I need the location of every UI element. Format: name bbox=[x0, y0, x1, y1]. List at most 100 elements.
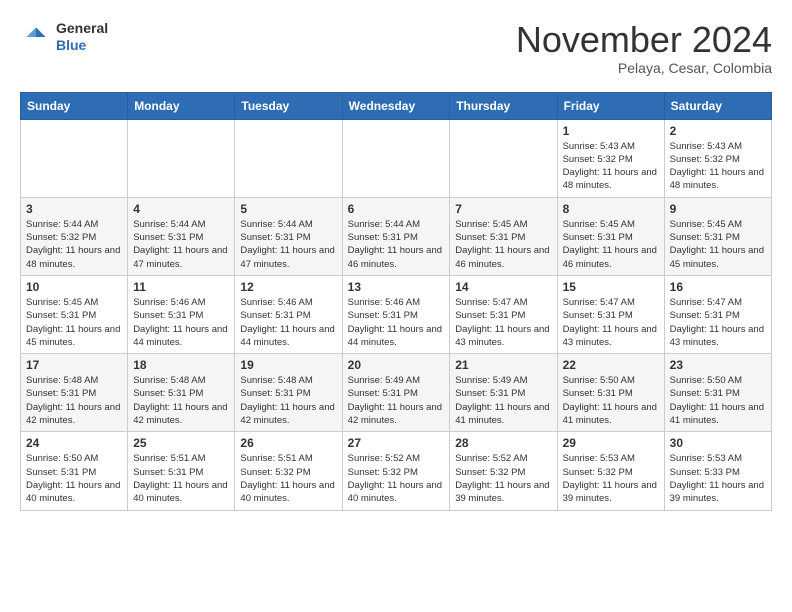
day-number: 21 bbox=[455, 358, 551, 372]
day-number: 25 bbox=[133, 436, 229, 450]
calendar-cell: 30Sunrise: 5:53 AM Sunset: 5:33 PM Dayli… bbox=[664, 432, 771, 510]
calendar-cell: 23 Sunrise: 5:50 AM Sunset: 5:31 PM Dayli… bbox=[664, 354, 771, 432]
day-info: Sunrise: 5:52 AM Sunset: 5:32 PM Dayligh… bbox=[348, 452, 445, 505]
day-info: Sunrise: 5:53 AM Sunset: 5:33 PM Dayligh… bbox=[670, 452, 766, 505]
day-info: Sunrise: 5:44 AM Sunset: 5:31 PM Dayligh… bbox=[240, 218, 336, 271]
logo: General Blue bbox=[20, 20, 108, 54]
calendar-cell bbox=[342, 119, 450, 197]
day-number: 3 bbox=[26, 202, 122, 216]
day-info: Sunrise: 5:49 AM Sunset: 5:31 PM Dayligh… bbox=[455, 374, 551, 427]
day-info: Sunrise: 5:51 AM Sunset: 5:31 PM Dayligh… bbox=[133, 452, 229, 505]
weekday-header: Tuesday bbox=[235, 92, 342, 119]
day-info: Sunrise: 5:43 AM Sunset: 5:32 PM Dayligh… bbox=[670, 140, 766, 193]
day-number: 9 bbox=[670, 202, 766, 216]
day-number: 5 bbox=[240, 202, 336, 216]
calendar-cell: 26 Sunrise: 5:51 AM Sunset: 5:32 PM Dayli… bbox=[235, 432, 342, 510]
calendar-cell: 3Sunrise: 5:44 AM Sunset: 5:32 PM Daylig… bbox=[21, 197, 128, 275]
day-number: 18 bbox=[133, 358, 229, 372]
day-number: 6 bbox=[348, 202, 445, 216]
weekday-header-row: SundayMondayTuesdayWednesdayThursdayFrid… bbox=[21, 92, 772, 119]
day-number: 13 bbox=[348, 280, 445, 294]
calendar-week-row: 24 Sunrise: 5:50 AM Sunset: 5:31 PM Dayli… bbox=[21, 432, 772, 510]
day-info: Sunrise: 5:50 AM Sunset: 5:31 PM Dayligh… bbox=[563, 374, 659, 427]
calendar-cell: 22 Sunrise: 5:50 AM Sunset: 5:31 PM Dayli… bbox=[557, 354, 664, 432]
day-number: 23 bbox=[670, 358, 766, 372]
weekday-header: Thursday bbox=[450, 92, 557, 119]
calendar-cell: 17 Sunrise: 5:48 AM Sunset: 5:31 PM Dayli… bbox=[21, 354, 128, 432]
calendar-cell bbox=[21, 119, 128, 197]
calendar-cell: 2 Sunrise: 5:43 AM Sunset: 5:32 PM Daylig… bbox=[664, 119, 771, 197]
calendar-week-row: 10Sunrise: 5:45 AM Sunset: 5:31 PM Dayli… bbox=[21, 275, 772, 353]
calendar-cell: 24 Sunrise: 5:50 AM Sunset: 5:31 PM Dayli… bbox=[21, 432, 128, 510]
calendar-cell: 27Sunrise: 5:52 AM Sunset: 5:32 PM Dayli… bbox=[342, 432, 450, 510]
calendar-week-row: 17 Sunrise: 5:48 AM Sunset: 5:31 PM Dayli… bbox=[21, 354, 772, 432]
calendar-cell: 14 Sunrise: 5:47 AM Sunset: 5:31 PM Dayli… bbox=[450, 275, 557, 353]
weekday-header: Wednesday bbox=[342, 92, 450, 119]
calendar-table: SundayMondayTuesdayWednesdayThursdayFrid… bbox=[20, 92, 772, 511]
day-number: 16 bbox=[670, 280, 766, 294]
calendar-cell: 15Sunrise: 5:47 AM Sunset: 5:31 PM Dayli… bbox=[557, 275, 664, 353]
weekday-header: Saturday bbox=[664, 92, 771, 119]
logo-general: General bbox=[56, 20, 108, 37]
day-number: 14 bbox=[455, 280, 551, 294]
day-info: Sunrise: 5:45 AM Sunset: 5:31 PM Dayligh… bbox=[670, 218, 766, 271]
day-info: Sunrise: 5:48 AM Sunset: 5:31 PM Dayligh… bbox=[240, 374, 336, 427]
location-subtitle: Pelaya, Cesar, Colombia bbox=[516, 60, 772, 76]
day-number: 22 bbox=[563, 358, 659, 372]
calendar-cell: 21 Sunrise: 5:49 AM Sunset: 5:31 PM Dayli… bbox=[450, 354, 557, 432]
calendar-cell: 20 Sunrise: 5:49 AM Sunset: 5:31 PM Dayli… bbox=[342, 354, 450, 432]
day-info: Sunrise: 5:50 AM Sunset: 5:31 PM Dayligh… bbox=[26, 452, 122, 505]
day-info: Sunrise: 5:47 AM Sunset: 5:31 PM Dayligh… bbox=[455, 296, 551, 349]
day-info: Sunrise: 5:43 AM Sunset: 5:32 PM Dayligh… bbox=[563, 140, 659, 193]
day-number: 4 bbox=[133, 202, 229, 216]
day-number: 20 bbox=[348, 358, 445, 372]
page-header: General Blue November 2024 Pelaya, Cesar… bbox=[20, 20, 772, 76]
calendar-cell: 29 Sunrise: 5:53 AM Sunset: 5:32 PM Dayli… bbox=[557, 432, 664, 510]
day-number: 15 bbox=[563, 280, 659, 294]
logo-blue: Blue bbox=[56, 37, 108, 54]
calendar-cell bbox=[235, 119, 342, 197]
calendar-cell: 1 Sunrise: 5:43 AM Sunset: 5:32 PM Daylig… bbox=[557, 119, 664, 197]
day-info: Sunrise: 5:46 AM Sunset: 5:31 PM Dayligh… bbox=[240, 296, 336, 349]
title-area: November 2024 Pelaya, Cesar, Colombia bbox=[516, 20, 772, 76]
day-number: 29 bbox=[563, 436, 659, 450]
day-info: Sunrise: 5:48 AM Sunset: 5:31 PM Dayligh… bbox=[133, 374, 229, 427]
calendar-cell: 10Sunrise: 5:45 AM Sunset: 5:31 PM Dayli… bbox=[21, 275, 128, 353]
day-info: Sunrise: 5:51 AM Sunset: 5:32 PM Dayligh… bbox=[240, 452, 336, 505]
day-info: Sunrise: 5:45 AM Sunset: 5:31 PM Dayligh… bbox=[26, 296, 122, 349]
calendar-cell: 13 Sunrise: 5:46 AM Sunset: 5:31 PM Dayli… bbox=[342, 275, 450, 353]
day-info: Sunrise: 5:46 AM Sunset: 5:31 PM Dayligh… bbox=[348, 296, 445, 349]
calendar-cell: 25 Sunrise: 5:51 AM Sunset: 5:31 PM Dayli… bbox=[128, 432, 235, 510]
calendar-week-row: 1 Sunrise: 5:43 AM Sunset: 5:32 PM Daylig… bbox=[21, 119, 772, 197]
day-info: Sunrise: 5:50 AM Sunset: 5:31 PM Dayligh… bbox=[670, 374, 766, 427]
day-number: 19 bbox=[240, 358, 336, 372]
calendar-cell: 11Sunrise: 5:46 AM Sunset: 5:31 PM Dayli… bbox=[128, 275, 235, 353]
calendar-cell: 28 Sunrise: 5:52 AM Sunset: 5:32 PM Dayli… bbox=[450, 432, 557, 510]
weekday-header: Sunday bbox=[21, 92, 128, 119]
day-number: 26 bbox=[240, 436, 336, 450]
logo-icon bbox=[20, 21, 52, 53]
calendar-cell bbox=[450, 119, 557, 197]
day-info: Sunrise: 5:53 AM Sunset: 5:32 PM Dayligh… bbox=[563, 452, 659, 505]
day-number: 1 bbox=[563, 124, 659, 138]
day-info: Sunrise: 5:52 AM Sunset: 5:32 PM Dayligh… bbox=[455, 452, 551, 505]
calendar-cell: 12Sunrise: 5:46 AM Sunset: 5:31 PM Dayli… bbox=[235, 275, 342, 353]
calendar-cell: 4Sunrise: 5:44 AM Sunset: 5:31 PM Daylig… bbox=[128, 197, 235, 275]
day-info: Sunrise: 5:48 AM Sunset: 5:31 PM Dayligh… bbox=[26, 374, 122, 427]
day-number: 8 bbox=[563, 202, 659, 216]
weekday-header: Monday bbox=[128, 92, 235, 119]
day-info: Sunrise: 5:44 AM Sunset: 5:31 PM Dayligh… bbox=[348, 218, 445, 271]
day-number: 28 bbox=[455, 436, 551, 450]
day-info: Sunrise: 5:49 AM Sunset: 5:31 PM Dayligh… bbox=[348, 374, 445, 427]
weekday-header: Friday bbox=[557, 92, 664, 119]
calendar-cell bbox=[128, 119, 235, 197]
day-info: Sunrise: 5:47 AM Sunset: 5:31 PM Dayligh… bbox=[670, 296, 766, 349]
day-number: 24 bbox=[26, 436, 122, 450]
calendar-cell: 8Sunrise: 5:45 AM Sunset: 5:31 PM Daylig… bbox=[557, 197, 664, 275]
calendar-cell: 9 Sunrise: 5:45 AM Sunset: 5:31 PM Daylig… bbox=[664, 197, 771, 275]
day-number: 2 bbox=[670, 124, 766, 138]
day-number: 17 bbox=[26, 358, 122, 372]
calendar-cell: 19 Sunrise: 5:48 AM Sunset: 5:31 PM Dayli… bbox=[235, 354, 342, 432]
calendar-cell: 6 Sunrise: 5:44 AM Sunset: 5:31 PM Daylig… bbox=[342, 197, 450, 275]
month-title: November 2024 bbox=[516, 20, 772, 60]
